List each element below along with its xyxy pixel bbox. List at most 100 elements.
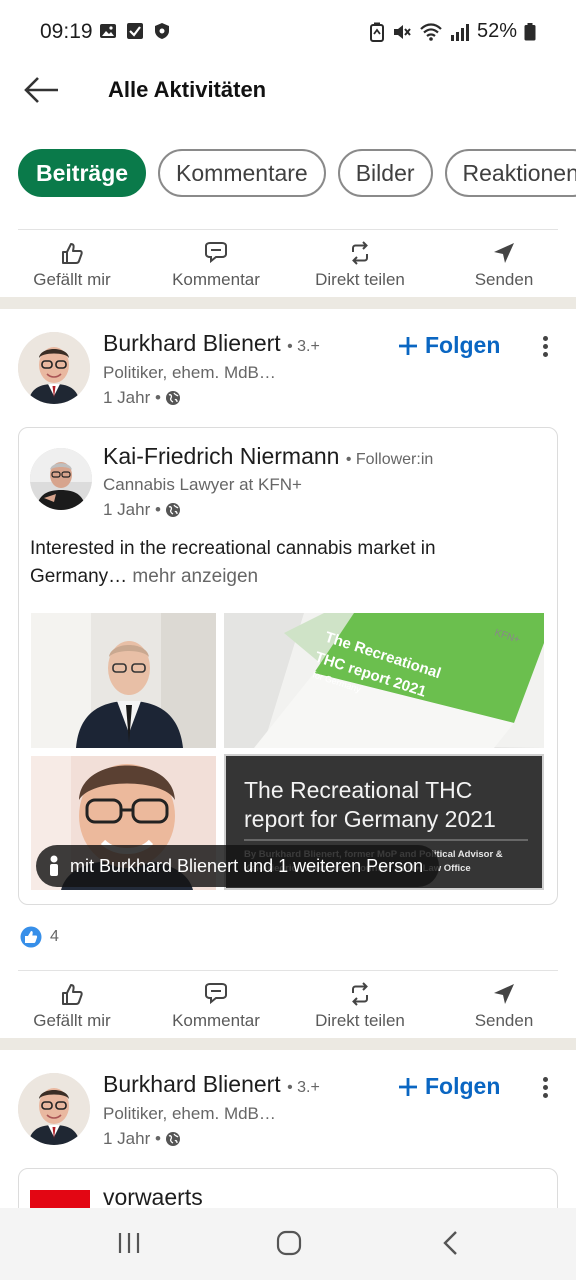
tagged-people-text: mit Burkhard Blienert und 1 weiteren Per… (70, 855, 424, 876)
person-icon (50, 855, 58, 876)
tagged-people-pill[interactable]: mit Burkhard Blienert und 1 weiteren Per… (36, 845, 440, 887)
send-label: Senden (474, 1011, 534, 1030)
repost-label: Direkt teilen (315, 270, 405, 289)
repost-icon (352, 241, 368, 265)
author-name-text: Burkhard Blienert (103, 330, 281, 356)
comment-label: Kommentar (172, 270, 260, 289)
send-icon (494, 984, 514, 1004)
reaction-count: 4 (50, 928, 59, 945)
page-title: Alle Aktivitäten (108, 77, 267, 102)
post-meta: 1 Jahr • (103, 388, 181, 408)
status-time: 09:19 (40, 20, 93, 43)
follower-badge: • Follower:in (345, 451, 434, 468)
post-text: Interested in the recreational cannabis … (30, 535, 530, 591)
divider (18, 970, 558, 971)
like-button[interactable]: Gefällt mir (0, 232, 144, 296)
globe-icon (165, 391, 180, 405)
post-text-ellipsis: … (108, 566, 128, 587)
more-options-icon[interactable] (537, 333, 553, 363)
shared-author-name[interactable]: vorwaerts (103, 1184, 203, 1211)
battery-percent: 52% (476, 20, 517, 42)
post-time: 1 Jahr • (103, 1129, 161, 1148)
chip-beitraege[interactable]: Beiträge (18, 149, 147, 197)
send-button[interactable]: Senden (432, 232, 576, 296)
home-icon[interactable] (276, 1230, 302, 1256)
post-meta: 1 Jahr • (103, 1129, 181, 1149)
avatar[interactable] (18, 1073, 90, 1145)
shared-avatar[interactable] (30, 448, 92, 510)
reactions-summary[interactable]: 4 (20, 926, 59, 948)
back-nav-icon[interactable] (440, 1230, 462, 1256)
slide-title: The Recreational THC report for Germany … (244, 777, 496, 832)
follow-button[interactable]: Folgen (397, 332, 500, 359)
thumbs-up-icon (62, 984, 83, 1005)
recent-apps-icon[interactable] (116, 1230, 142, 1256)
top-app-bar: Alle Aktivitäten (0, 64, 576, 120)
system-nav-bar (0, 1208, 576, 1280)
status-bar: 09:19 52% (0, 0, 576, 64)
photo-report-cover[interactable]: The Recreational THC report 2021 for Ger… (224, 613, 544, 748)
chip-kommentare[interactable]: Kommentare (158, 149, 326, 197)
author-name-text: Burkhard Blienert (103, 1071, 281, 1097)
signal-icon (450, 23, 469, 41)
connection-degree: • 3.+ (287, 1079, 320, 1096)
like-button[interactable]: Gefällt mir (0, 973, 144, 1037)
author-photo (18, 1073, 90, 1145)
globe-icon (165, 1132, 180, 1146)
author-name[interactable]: Burkhard Blienert • 3.+ (103, 330, 320, 357)
action-bar: Gefällt mir Kommentar Direkt teilen Send… (0, 973, 576, 1037)
author-name[interactable]: Burkhard Blienert • 3.+ (103, 1071, 320, 1098)
like-label: Gefällt mir (33, 270, 111, 289)
follow-button[interactable]: Folgen (397, 1073, 500, 1100)
battery-saver-icon (369, 22, 384, 42)
arrow-left-icon[interactable] (22, 74, 62, 106)
chip-reaktionen[interactable]: Reaktionen (444, 149, 576, 197)
author-photo (18, 332, 90, 404)
portrait-image (31, 613, 216, 748)
repost-button[interactable]: Direkt teilen (288, 973, 432, 1037)
filter-chips: Beiträge Kommentare Bilder Reaktionen (18, 149, 576, 197)
globe-icon (165, 503, 180, 517)
shared-author-name-text: Kai-Friedrich Niermann (103, 443, 340, 469)
shared-post-time: 1 Jahr • (103, 500, 161, 519)
shared-author-headline: Cannabis Lawyer at KFN+ (103, 475, 302, 494)
comment-button[interactable]: Kommentar (144, 973, 288, 1037)
author-headline: Politiker, ehem. MdB… (103, 1104, 276, 1123)
follow-label: Folgen (425, 1073, 501, 1099)
send-icon (494, 243, 514, 263)
author-headline: Politiker, ehem. MdB… (103, 363, 276, 382)
divider (18, 229, 558, 230)
follow-label: Folgen (425, 332, 501, 358)
shared-author-name[interactable]: Kai-Friedrich Niermann • Follower:in (103, 443, 433, 470)
comment-label: Kommentar (172, 1011, 260, 1030)
plus-icon (399, 1077, 417, 1096)
shield-icon (155, 23, 169, 39)
plus-icon (399, 336, 417, 355)
show-more-link[interactable]: mehr anzeigen (132, 566, 258, 587)
shared-post-meta: 1 Jahr • (103, 500, 181, 520)
avatar[interactable] (18, 332, 90, 404)
feed-separator (0, 297, 576, 309)
comment-icon (205, 983, 227, 1005)
send-label: Senden (474, 270, 534, 289)
like-label: Gefällt mir (33, 1011, 111, 1030)
repost-label: Direkt teilen (315, 1011, 405, 1030)
mute-icon (393, 24, 411, 39)
comment-button[interactable]: Kommentar (144, 232, 288, 296)
comment-icon (205, 242, 227, 264)
more-options-icon[interactable] (537, 1074, 553, 1104)
like-reaction-icon (20, 926, 42, 948)
repost-icon (352, 982, 368, 1006)
repost-button[interactable]: Direkt teilen (288, 232, 432, 296)
wifi-icon (420, 22, 442, 41)
checkbox-icon (127, 23, 143, 39)
send-button[interactable]: Senden (432, 973, 576, 1037)
image-icon (100, 24, 116, 38)
connection-degree: • 3.+ (287, 338, 320, 355)
chip-bilder[interactable]: Bilder (337, 149, 433, 197)
photo-politician[interactable] (31, 613, 216, 748)
battery-icon (524, 22, 536, 40)
action-bar: Gefällt mir Kommentar Direkt teilen Send… (0, 232, 576, 296)
post-time: 1 Jahr • (103, 388, 161, 407)
thumbs-up-icon (62, 243, 83, 264)
